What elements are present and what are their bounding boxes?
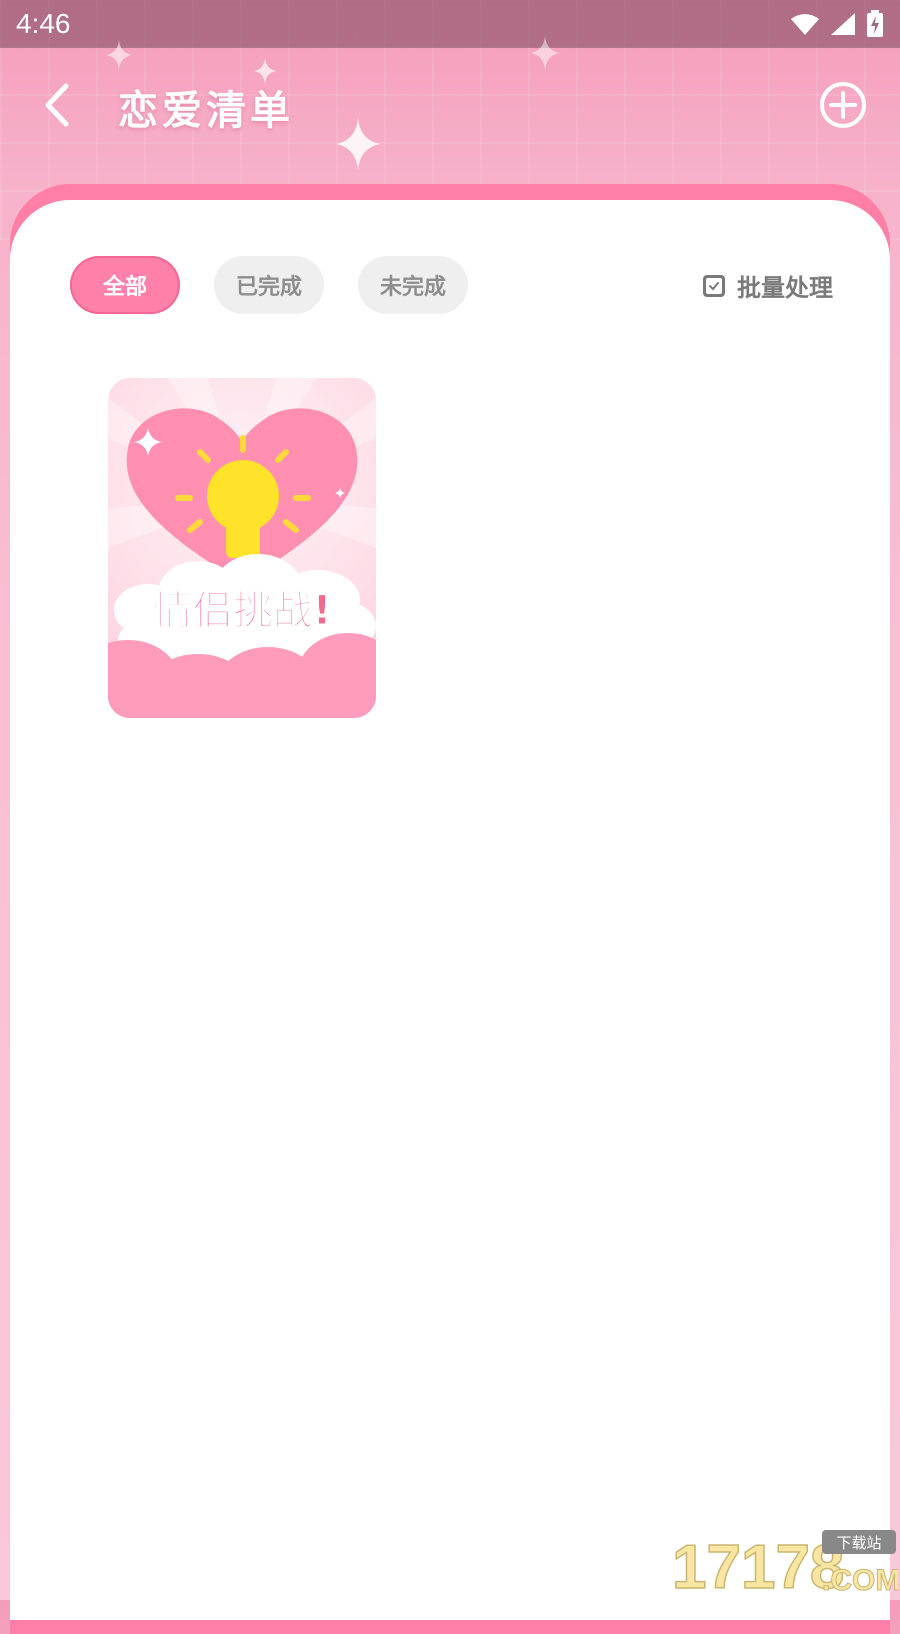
checkbox-icon[interactable] bbox=[703, 274, 725, 297]
wifi-icon bbox=[791, 14, 819, 35]
svg-text:下载站: 下载站 bbox=[836, 1534, 881, 1552]
battery-charging-icon bbox=[867, 10, 883, 37]
signal-icon bbox=[831, 13, 855, 35]
status-time: 4:46 bbox=[16, 8, 71, 39]
batch-process-label: 批量处理 bbox=[737, 274, 833, 302]
page-title: 恋爱清单 bbox=[118, 88, 294, 134]
back-arrow-icon[interactable] bbox=[38, 80, 78, 130]
filter-all-chip[interactable]: 全部 bbox=[70, 256, 180, 314]
filter-tabs: 全部 已完成 未完成 bbox=[70, 256, 468, 316]
title-bar: 恋爱清单 bbox=[0, 60, 900, 150]
status-bar: 4:46 bbox=[0, 0, 900, 48]
list-item-card[interactable]: 情侣挑战! bbox=[108, 378, 376, 718]
svg-text:.COM: .COM bbox=[822, 1564, 898, 1596]
filter-completed-chip[interactable]: 已完成 bbox=[214, 256, 324, 314]
checkmark-icon bbox=[706, 277, 722, 294]
batch-process-toggle[interactable]: 批量处理 bbox=[703, 268, 833, 303]
item-title: 情侣挑战! bbox=[153, 588, 331, 634]
status-icons bbox=[790, 10, 884, 38]
site-watermark-logo: 17178 下载站 .COM bbox=[672, 1530, 898, 1596]
filter-incomplete-chip[interactable]: 未完成 bbox=[358, 256, 468, 314]
svg-text:17178: 17178 bbox=[672, 1533, 844, 1596]
add-circle-icon[interactable] bbox=[818, 80, 868, 130]
couple-challenge-illustration: 情侣挑战! bbox=[108, 378, 376, 718]
